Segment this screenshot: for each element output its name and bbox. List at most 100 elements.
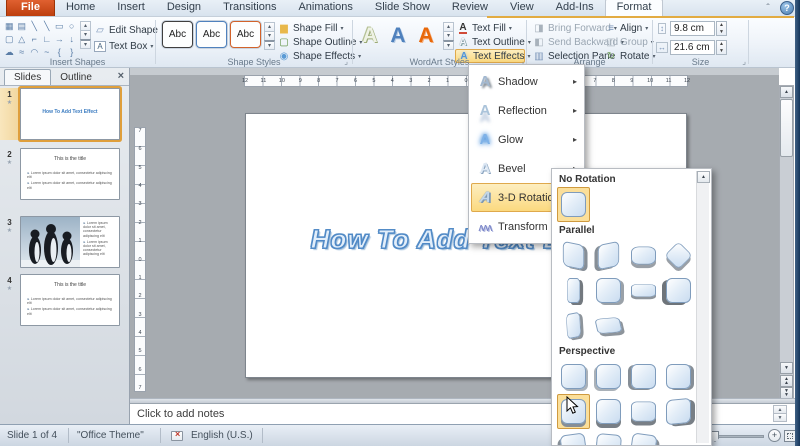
tab-transitions[interactable]: Transitions [212, 0, 287, 16]
arrow-down-shape-icon[interactable]: ↓ [66, 33, 79, 46]
scroll-down-icon[interactable]: ▼ [780, 362, 793, 374]
shape-width-field[interactable]: 21.6 cm [670, 40, 715, 55]
gallery-more-icon[interactable]: ▾ [80, 39, 91, 49]
gallery-more-icon[interactable]: ▾ [264, 40, 275, 50]
notes-scroll-down-icon[interactable]: ▼ [773, 413, 787, 422]
align-button[interactable]: Align▾ [603, 21, 650, 35]
tab-home[interactable]: Home [55, 0, 106, 16]
rotation-option-narrow-left[interactable] [557, 273, 590, 308]
minimize-ribbon-icon[interactable]: ˆ [761, 2, 775, 15]
elbow-connector-shape-icon[interactable]: ∟ [41, 33, 54, 46]
slide-4-thumbnail[interactable]: This is the titleLorem ipsum dolor sit a… [20, 274, 120, 326]
shape-style-sample[interactable]: Abc [196, 21, 227, 48]
rotation-thumbnail-icon [629, 432, 657, 446]
shape-style-sample[interactable]: Abc [230, 21, 261, 48]
rotation-option-flat-tilt[interactable] [592, 308, 625, 343]
shape-style-sample[interactable]: Abc [162, 21, 193, 48]
rotation-option-iso-top[interactable] [627, 238, 660, 273]
spelling-check-icon[interactable] [171, 431, 183, 441]
shape-height-stepper[interactable]: ▲▼ [716, 21, 727, 36]
wordart-style-sample[interactable]: A [385, 20, 411, 51]
previous-slide-icon[interactable]: ▲▲ [780, 375, 793, 387]
close-icon[interactable]: × [118, 71, 124, 82]
shape-fill-button[interactable]: Shape Fill▾ [276, 21, 345, 35]
zoom-in-button[interactable]: + [768, 429, 781, 442]
rotation-option-p-tilt-right[interactable] [627, 429, 660, 446]
rotation-option-p-bottom-wide[interactable] [627, 394, 660, 429]
rotation-option-p-tilt-left[interactable] [557, 429, 590, 446]
rectangle-shape-icon[interactable]: ▭ [53, 20, 66, 33]
rotation-option-p-tilt-bottom[interactable] [592, 429, 625, 446]
rotation-option-iso-left[interactable] [557, 238, 590, 273]
zoom-slider-handle[interactable] [711, 431, 719, 442]
rotation-option-edge-right[interactable] [592, 273, 625, 308]
line-shape-icon[interactable]: ╲ [28, 20, 41, 33]
shape-height-field[interactable]: 9.8 cm [670, 21, 715, 36]
rotation-option-p-side[interactable] [662, 394, 695, 429]
tab-format[interactable]: Format [605, 0, 664, 17]
rotation-option-p-front-2[interactable] [592, 359, 625, 394]
text-outline-button[interactable]: Text Outline▾ [455, 35, 525, 49]
tab-design[interactable]: Design [156, 0, 212, 16]
tab-insert[interactable]: Insert [106, 0, 156, 16]
notes-placeholder[interactable]: Click to add notes [137, 408, 224, 420]
slide-3-thumbnail[interactable]: Lorem ipsum dolor sit amet, consectetur … [20, 216, 120, 268]
rotation-option-iso-diamond[interactable] [662, 238, 695, 273]
line-2-shape-icon[interactable]: ╲ [41, 20, 54, 33]
language-status[interactable]: English (U.S.) [191, 430, 253, 441]
elbow-shape-icon[interactable]: ⌐ [28, 33, 41, 46]
ruler-number: 12 [239, 78, 251, 84]
rotation-option-flat-low[interactable] [627, 273, 660, 308]
rotation-thumbnail-icon [666, 364, 691, 389]
rotation-option-p-front[interactable] [557, 359, 590, 394]
rotation-option-iso-right[interactable] [592, 238, 625, 273]
theme-name[interactable]: "Office Theme" [77, 430, 144, 441]
slide-2-thumbnail[interactable]: This is the titleLorem ipsum dolor sit a… [20, 148, 120, 200]
scrollbar-thumb[interactable] [780, 99, 793, 157]
arrow-right-shape-icon[interactable]: → [53, 33, 66, 46]
gallery-more-icon[interactable]: ▾ [443, 40, 454, 50]
rounded-rectangle-shape-icon[interactable]: ▢ [3, 33, 16, 46]
rotation-option-p-right[interactable] [662, 359, 695, 394]
rotation-option-p-bottom[interactable] [592, 394, 625, 429]
panel-tab-slides[interactable]: Slides [4, 69, 51, 85]
tab-file[interactable]: File [6, 0, 55, 16]
menu-item-shadow[interactable]: Shadow▸ [471, 67, 582, 96]
tab-review[interactable]: Review [441, 0, 499, 16]
help-icon[interactable]: ? [780, 1, 794, 15]
triangle-shape-icon[interactable]: △ [16, 33, 29, 46]
text-box-button[interactable]: Text Box▾ [92, 39, 155, 53]
menu-item-glow[interactable]: Glow▸ [471, 125, 582, 154]
tab-view[interactable]: View [499, 0, 545, 16]
picture-alt-shape-icon[interactable]: ▤ [16, 20, 29, 33]
button-label: Edit Shape [109, 25, 158, 36]
tab-slide-show[interactable]: Slide Show [364, 0, 441, 16]
slide-1-thumbnail[interactable]: How To Add Text Effect [20, 88, 120, 140]
shape-width-stepper[interactable]: ▲▼ [716, 40, 727, 55]
size-dialog-launcher-icon[interactable]: ⌟ [742, 58, 746, 66]
shape-styles-dialog-launcher-icon[interactable]: ⌟ [344, 58, 348, 66]
slide-thumbnail-row: 3★Lorem ipsum dolor sit amet, consectetu… [0, 216, 128, 268]
panel-tab-outline[interactable]: Outline [51, 70, 101, 85]
scroll-up-icon[interactable]: ▲ [780, 86, 793, 98]
rotation-option-p-left[interactable] [627, 359, 660, 394]
gallery-scrollbar[interactable]: ▲ [696, 171, 709, 443]
vertical-scrollbar[interactable]: ▲ ▼ ▲▲ ▼▼ [779, 85, 794, 398]
text-fill-button[interactable]: Text Fill▾ [455, 21, 525, 35]
picture-frame-shape-icon[interactable]: ▦ [3, 20, 16, 33]
rotation-thumbnail-icon [631, 247, 656, 265]
tab-animations[interactable]: Animations [287, 0, 363, 16]
mouse-cursor [566, 396, 579, 415]
tab-add-ins[interactable]: Add-Ins [545, 0, 605, 16]
gallery-scroll-up-icon[interactable]: ▲ [697, 171, 710, 183]
rotation-thumbnail-icon [567, 278, 580, 303]
rotation-thumbnail-icon [666, 278, 691, 303]
rotation-option-edge-left[interactable] [662, 273, 695, 308]
menu-item-reflection[interactable]: Reflection▸ [471, 96, 582, 125]
wordart-style-sample[interactable]: A [357, 20, 383, 51]
wordart-style-sample[interactable]: A [413, 20, 439, 51]
ruler-number: 8 [607, 78, 619, 84]
rotation-option-flat[interactable] [557, 187, 590, 222]
oval-shape-icon[interactable]: ○ [66, 20, 79, 33]
rotation-option-narrow-tilt[interactable] [557, 308, 590, 343]
